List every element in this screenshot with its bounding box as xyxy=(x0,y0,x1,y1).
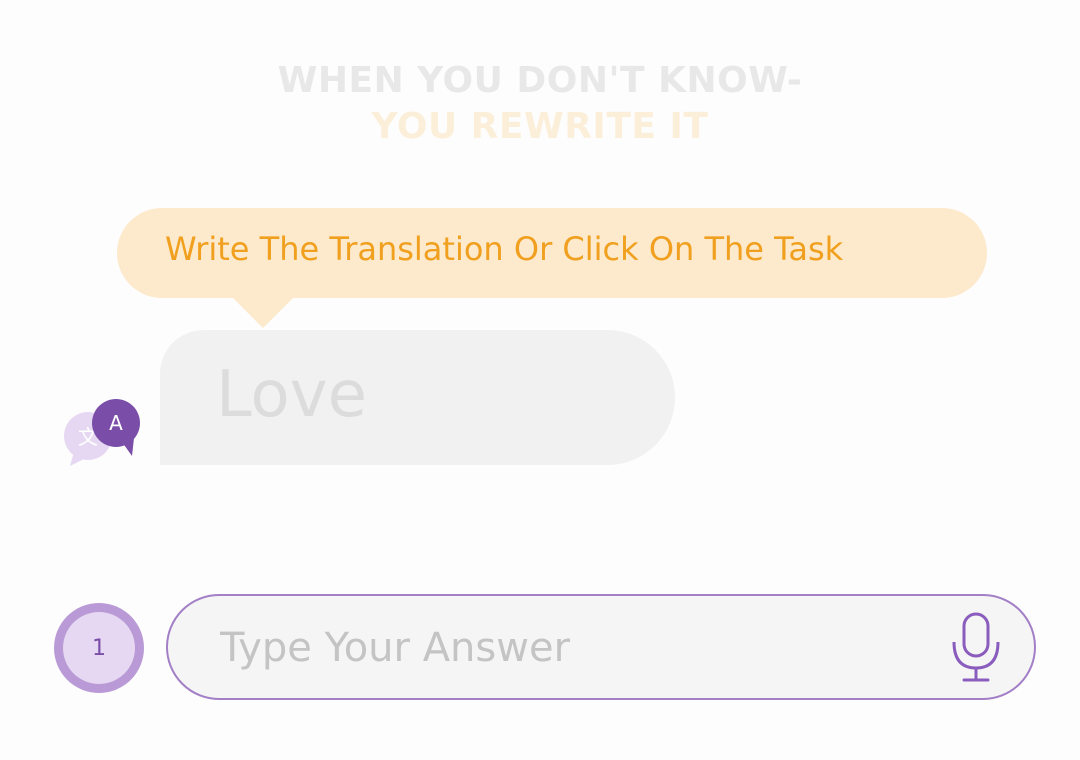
page: WHEN YOU DON'T KNOW- YOU REWRITE IT Writ… xyxy=(0,0,1080,760)
headline: WHEN YOU DON'T KNOW- YOU REWRITE IT xyxy=(0,58,1080,150)
headline-line-2: YOU REWRITE IT xyxy=(371,106,709,147)
translate-icon[interactable]: 文 A xyxy=(60,398,150,470)
task-word: Love xyxy=(216,358,367,432)
task-word-bubble[interactable]: Love xyxy=(160,330,675,465)
translate-letter: A xyxy=(109,411,123,435)
microphone-icon[interactable] xyxy=(948,610,1004,686)
hint-tooltip-text: Write The Translation Or Click On The Ta… xyxy=(165,230,844,268)
headline-line-1: WHEN YOU DON'T KNOW- xyxy=(277,60,803,101)
hint-tooltip: Write The Translation Or Click On The Ta… xyxy=(117,208,987,328)
answer-field[interactable] xyxy=(166,594,1036,700)
answer-input[interactable] xyxy=(218,614,922,682)
step-counter-number: 1 xyxy=(63,612,135,684)
hint-tooltip-tail xyxy=(233,298,293,328)
step-counter-badge: 1 xyxy=(54,603,144,693)
